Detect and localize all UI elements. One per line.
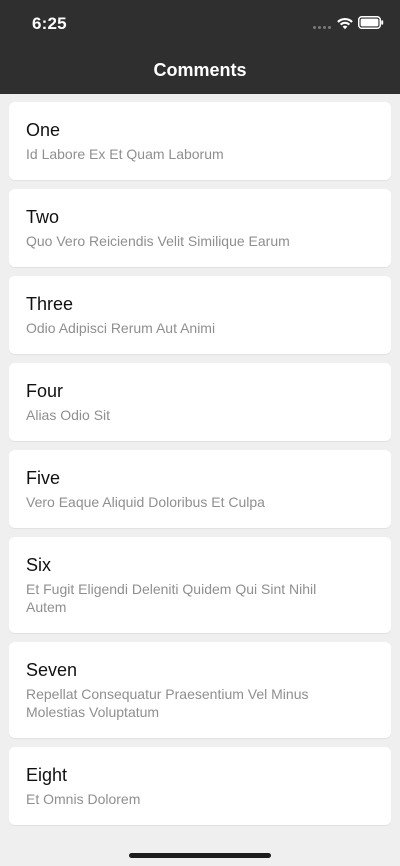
comment-title: Four — [26, 381, 64, 401]
comment-title: Two — [26, 207, 60, 227]
status-time: 6:25 — [32, 14, 67, 33]
comment-body: Et Omnis Dolorem — [26, 791, 141, 807]
comment-title: Seven — [26, 660, 78, 680]
comment-body: Quo Vero Reiciendis Velit Similique Earu… — [26, 233, 290, 249]
comment-body: Id Labore Ex Et Quam Laborum — [26, 146, 224, 162]
comment-body: Odio Adipisci Rerum Aut Animi — [26, 320, 216, 336]
comment-title: Eight — [26, 765, 68, 785]
comment-body: Et Fugit Eligendi Deleniti Quidem Qui Si… — [26, 581, 317, 615]
battery-icon — [358, 16, 384, 29]
cellular-signal-icon — [313, 26, 331, 29]
comment-card[interactable]: Five Vero Eaque Aliquid Doloribus Et Cul… — [9, 450, 391, 528]
comment-card[interactable]: Two Quo Vero Reiciendis Velit Similique … — [9, 189, 391, 267]
comment-card[interactable]: Six Et Fugit Eligendi Deleniti Quidem Qu… — [9, 537, 391, 633]
comment-title: Three — [26, 294, 74, 314]
home-indicator[interactable] — [129, 853, 271, 858]
page-title: Comments — [153, 60, 247, 80]
comment-title: One — [26, 120, 61, 140]
comments-list: One Id Labore Ex Et Quam Laborum Two Quo… — [9, 102, 391, 834]
comment-body: Alias Odio Sit — [26, 407, 111, 423]
comment-card[interactable]: One Id Labore Ex Et Quam Laborum — [9, 102, 391, 180]
comment-card[interactable]: Four Alias Odio Sit — [9, 363, 391, 441]
comment-card[interactable]: Eight Et Omnis Dolorem — [9, 747, 391, 825]
app-header: 6:25 Comments — [0, 0, 400, 94]
comment-title: Six — [26, 555, 52, 575]
comment-card[interactable]: Three Odio Adipisci Rerum Aut Animi — [9, 276, 391, 354]
comment-title: Five — [26, 468, 61, 488]
wifi-icon — [337, 17, 353, 30]
comment-body: Repellat Consequatur Praesentium Vel Min… — [26, 686, 309, 720]
comment-card[interactable]: Seven Repellat Consequatur Praesentium V… — [9, 642, 391, 738]
comment-body: Vero Eaque Aliquid Doloribus Et Culpa — [26, 494, 265, 510]
